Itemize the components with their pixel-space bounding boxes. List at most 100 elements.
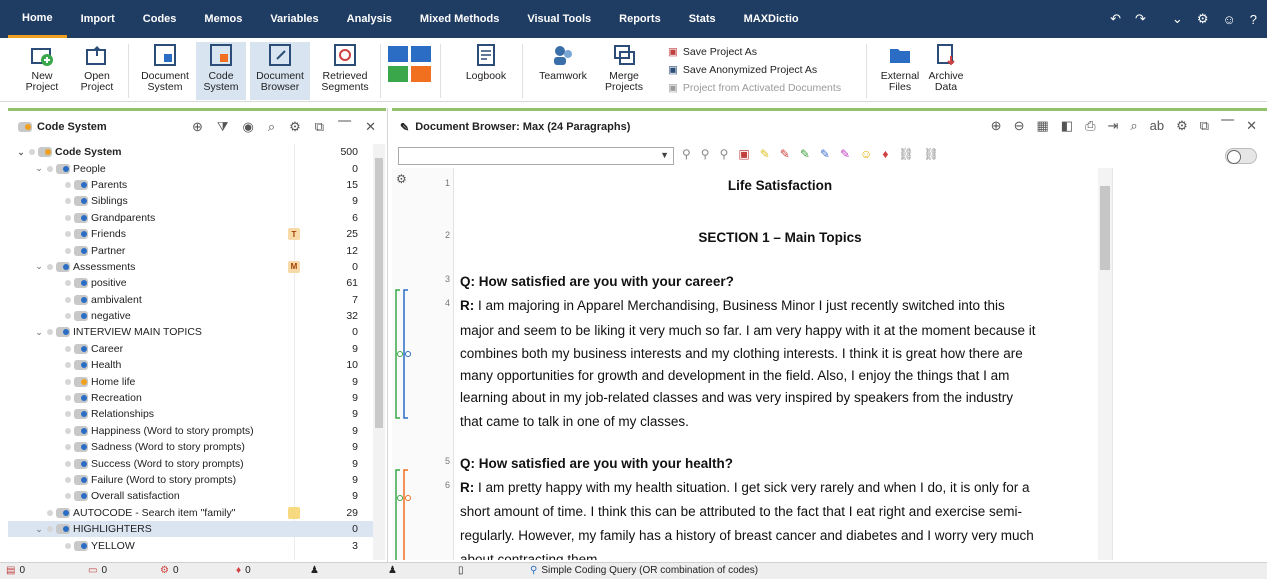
retrieved-segments-button[interactable]: Retrieved Segments (316, 42, 374, 100)
code-row[interactable]: Parents 15 (8, 177, 380, 193)
document-line[interactable]: short amount of time. I think this can b… (460, 504, 1022, 519)
document-line[interactable]: many opportunities for growth and develo… (460, 368, 1009, 383)
code-symbol-icon[interactable]: ♦ (882, 147, 888, 161)
activation-dot-icon[interactable] (47, 263, 53, 270)
open-project-button[interactable]: Open Project (72, 42, 122, 100)
document-line[interactable]: SECTION 1 – Main Topics (460, 230, 1100, 245)
unlink-icon[interactable]: ⛓ (924, 147, 939, 161)
status-query[interactable]: ⚲ Simple Coding Query (OR combination of… (530, 565, 758, 576)
menu-maxdictio[interactable]: MAXDictio (730, 0, 813, 38)
activation-dot-icon[interactable] (65, 411, 71, 418)
code-row[interactable]: Relationships 9 (8, 406, 380, 422)
expand-toggle-icon[interactable]: ⌄ (34, 261, 44, 272)
code-row[interactable]: Failure (Word to story prompts) 9 (8, 472, 380, 488)
code-row[interactable]: Career 9 (8, 341, 380, 357)
undock-icon[interactable]: ⧉ (315, 119, 324, 135)
zoom-out-icon[interactable]: ⊖ (1014, 118, 1025, 134)
save-anonymized-button[interactable]: ▣ Save Anonymized Project As (668, 62, 817, 78)
code-row[interactable]: Recreation 9 (8, 390, 380, 406)
activation-dot-icon[interactable] (65, 198, 71, 205)
document-line[interactable]: major and seem to be liking it very much… (460, 323, 1036, 338)
document-line[interactable]: Q: How satisfied are you with your healt… (460, 456, 733, 471)
search-icon[interactable]: ⌕ (1130, 118, 1137, 134)
expand-toggle-icon[interactable]: ⌄ (16, 147, 26, 158)
gear-icon[interactable]: ⚙ (1176, 118, 1188, 134)
activation-dot-icon[interactable] (65, 427, 71, 434)
code-row[interactable]: positive 61 (8, 275, 380, 291)
highlighter-red-icon[interactable]: ✎ (780, 147, 790, 161)
merge-projects-button[interactable]: Merge Projects (598, 42, 650, 100)
activation-dot-icon[interactable] (29, 149, 35, 156)
code-row[interactable]: YELLOW 3 (8, 537, 380, 553)
document-line[interactable]: about contracting them. (460, 552, 601, 560)
memo-icon[interactable] (288, 506, 300, 519)
external-files-button[interactable]: External Files (876, 42, 924, 100)
activation-dot-icon[interactable] (65, 181, 71, 188)
split-view-icon[interactable]: ◧ (1061, 118, 1073, 134)
menu-home[interactable]: Home (8, 0, 67, 38)
code-with-new-icon[interactable]: ⚲ (682, 147, 691, 161)
menu-import[interactable]: Import (67, 0, 129, 38)
document-line[interactable]: Q: How satisfied are you with your caree… (460, 274, 734, 289)
code-row[interactable]: Happiness (Word to story prompts) 9 (8, 423, 380, 439)
activation-dot-icon[interactable] (47, 165, 53, 172)
search-icon[interactable]: ⌕ (268, 119, 275, 135)
activation-dot-icon[interactable] (65, 477, 71, 483)
scrollbar-thumb[interactable] (1100, 186, 1110, 270)
code-row[interactable]: ⌄ People 0 (8, 160, 380, 176)
code-row[interactable]: ⌄ HIGHLIGHTERS 0 (8, 520, 380, 538)
code-row[interactable]: Overall satisfaction 9 (8, 488, 380, 504)
menu-visual-tools[interactable]: Visual Tools (513, 0, 605, 38)
save-project-as-button[interactable]: ▣ Save Project As (668, 44, 757, 60)
redo-icon[interactable]: ↷ (1135, 11, 1146, 27)
menu-analysis[interactable]: Analysis (333, 0, 406, 38)
edit-mode-toggle[interactable] (1225, 148, 1257, 164)
new-code-icon[interactable]: ⊕ (192, 119, 203, 135)
code-row[interactable]: Sadness (Word to story prompts) 9 (8, 439, 380, 455)
activation-dot-icon[interactable] (47, 509, 53, 516)
code-row[interactable]: ambivalent 7 (8, 292, 380, 308)
code-row[interactable]: Friends T 25 (8, 226, 380, 242)
code-row[interactable]: ⌄ INTERVIEW MAIN TOPICS 0 (8, 324, 380, 340)
help-icon[interactable]: ? (1250, 12, 1257, 27)
expand-toggle-icon[interactable]: ⌄ (34, 327, 44, 338)
code-row[interactable]: AUTOCODE - Search item "family" 29 (8, 505, 380, 521)
code-with-last-icon[interactable]: ⚲ (701, 147, 710, 161)
activation-dot-icon[interactable] (65, 444, 71, 451)
activation-dot-icon[interactable] (65, 378, 71, 385)
chevron-down-icon[interactable]: ⌄ (1172, 11, 1183, 27)
activation-dot-icon[interactable] (65, 460, 71, 467)
zoom-in-icon[interactable]: ⊕ (991, 118, 1002, 134)
menu-reports[interactable]: Reports (605, 0, 675, 38)
gear-icon[interactable]: ⚙ (1197, 11, 1209, 27)
activation-dot-icon[interactable] (65, 280, 71, 287)
highlighter-blue-icon[interactable]: ✎ (820, 147, 830, 161)
menu-mixed-methods[interactable]: Mixed Methods (406, 0, 513, 38)
highlighter-yellow-icon[interactable]: ✎ (760, 147, 770, 161)
memo-icon[interactable]: M (288, 260, 300, 273)
menu-codes[interactable]: Codes (129, 0, 191, 38)
activation-dot-icon[interactable] (65, 231, 71, 238)
highlighter-magenta-icon[interactable]: ✎ (840, 147, 850, 161)
code-row[interactable]: negative 32 (8, 308, 380, 324)
document-line[interactable]: Life Satisfaction (460, 178, 1100, 193)
activation-dot-icon[interactable] (65, 542, 71, 549)
activation-dot-icon[interactable] (65, 362, 71, 369)
undo-icon[interactable]: ↶ (1110, 11, 1121, 27)
expand-toggle-icon[interactable]: ⌄ (34, 524, 44, 535)
activate-icon[interactable]: ◉ (243, 119, 254, 135)
code-row[interactable]: ⌄ Code System 500 (8, 144, 380, 160)
activation-dot-icon[interactable] (65, 214, 71, 221)
close-icon[interactable]: ✕ (365, 119, 376, 135)
code-row[interactable]: Partner 12 (8, 242, 380, 258)
activation-dot-icon[interactable] (65, 493, 71, 500)
document-line[interactable]: that came to talk in one of my classes. (460, 414, 689, 429)
document-scrollbar[interactable] (1098, 168, 1112, 560)
menu-memos[interactable]: Memos (190, 0, 256, 38)
code-row[interactable]: Success (Word to story prompts) 9 (8, 455, 380, 471)
project-from-activated-button[interactable]: ▣ Project from Activated Documents (668, 80, 841, 96)
new-project-button[interactable]: New Project (18, 42, 66, 100)
smiley-icon[interactable]: ☺ (1222, 12, 1235, 27)
document-line[interactable]: combines both my business interests and … (460, 346, 1023, 361)
code-row[interactable]: Siblings 9 (8, 193, 380, 209)
